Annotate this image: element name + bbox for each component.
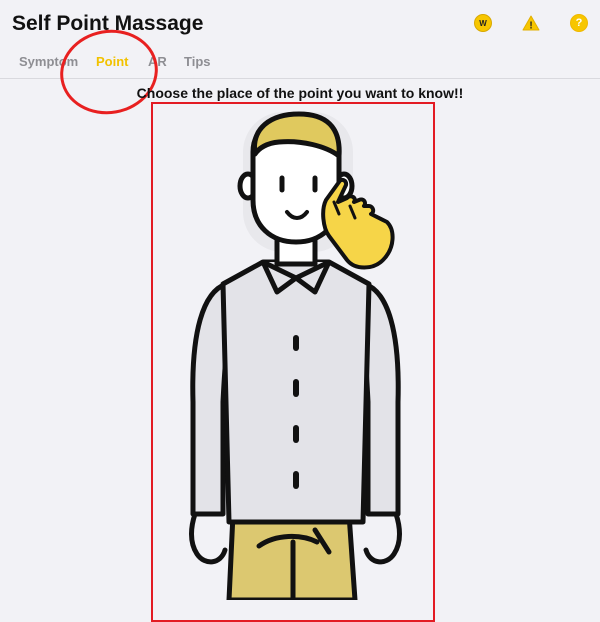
tab-tips[interactable]: Tips — [184, 54, 211, 69]
w-badge-glyph: W — [474, 14, 492, 32]
svg-text:!: ! — [529, 21, 532, 32]
tab-bar: Symptom Point AR Tips — [0, 48, 600, 79]
app-title: Self Point Massage — [12, 12, 204, 35]
tab-point[interactable]: Point — [96, 54, 129, 69]
w-badge-icon[interactable]: W — [474, 14, 492, 32]
warning-icon[interactable]: ! — [522, 14, 540, 32]
header-icons: W ! ? — [474, 14, 588, 32]
point-selection-frame — [151, 102, 435, 622]
instruction-text: Choose the place of the point you want t… — [136, 85, 464, 101]
warning-triangle-icon: ! — [522, 15, 540, 31]
tab-ar[interactable]: AR — [148, 54, 167, 69]
help-icon[interactable]: ? — [570, 14, 588, 32]
help-glyph: ? — [570, 14, 588, 32]
tab-symptom[interactable]: Symptom — [19, 54, 78, 69]
